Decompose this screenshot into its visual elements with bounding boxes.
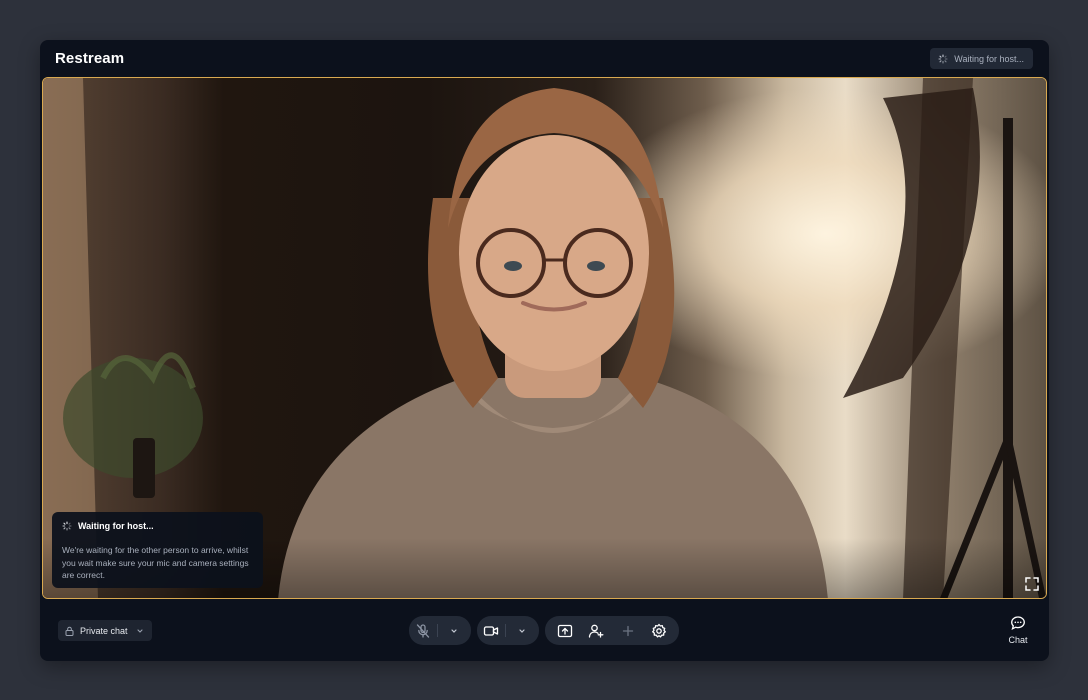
host-status-text: Waiting for host...	[954, 53, 1024, 64]
screen-share-icon	[557, 624, 572, 637]
host-status-badge: Waiting for host...	[930, 48, 1033, 69]
video-camera-icon	[483, 625, 499, 636]
camera-toggle-button[interactable]	[477, 616, 505, 645]
chevron-down-icon	[451, 628, 457, 633]
settings-gear-icon	[652, 623, 667, 638]
settings-button[interactable]	[645, 616, 673, 645]
share-screen-button[interactable]	[551, 616, 579, 645]
invite-guest-button[interactable]	[582, 616, 610, 645]
app-logo: Restream	[55, 50, 125, 67]
toast-title: Waiting for host...	[78, 521, 154, 531]
camera-options-button[interactable]	[506, 616, 538, 645]
lock-icon	[65, 626, 74, 636]
mic-options-button[interactable]	[438, 616, 470, 645]
chat-label: Chat	[1008, 635, 1028, 645]
plus-icon	[622, 625, 633, 636]
chevron-down-icon	[136, 628, 143, 633]
spinner-icon	[62, 521, 72, 531]
mic-off-icon	[416, 623, 430, 638]
toast-header: Waiting for host...	[62, 521, 253, 531]
video-stage: Waiting for host... We're waiting for th…	[42, 77, 1047, 599]
private-chat-dropdown[interactable]: Private chat	[58, 620, 152, 641]
private-chat-label: Private chat	[80, 625, 128, 636]
restream-window: Restream Waiting for host... Waiting for…	[40, 40, 1049, 661]
call-control-bar: Private chat Chat	[40, 601, 1049, 661]
top-bar: Restream Waiting for host...	[40, 40, 1049, 78]
chevron-down-icon	[519, 628, 525, 633]
chat-button[interactable]: Chat	[1007, 615, 1029, 645]
tools-control-group	[545, 616, 679, 645]
spinner-icon	[938, 53, 948, 64]
waiting-for-host-toast: Waiting for host... We're waiting for th…	[52, 512, 263, 588]
chat-bubble-icon	[1011, 616, 1025, 631]
add-button[interactable]	[614, 616, 642, 645]
fullscreen-icon[interactable]	[1024, 576, 1040, 592]
mic-toggle-button[interactable]	[409, 616, 437, 645]
mic-control-group	[409, 616, 471, 645]
toast-message: We're waiting for the other person to ar…	[62, 545, 249, 580]
add-person-icon	[589, 624, 604, 638]
camera-control-group	[477, 616, 539, 645]
